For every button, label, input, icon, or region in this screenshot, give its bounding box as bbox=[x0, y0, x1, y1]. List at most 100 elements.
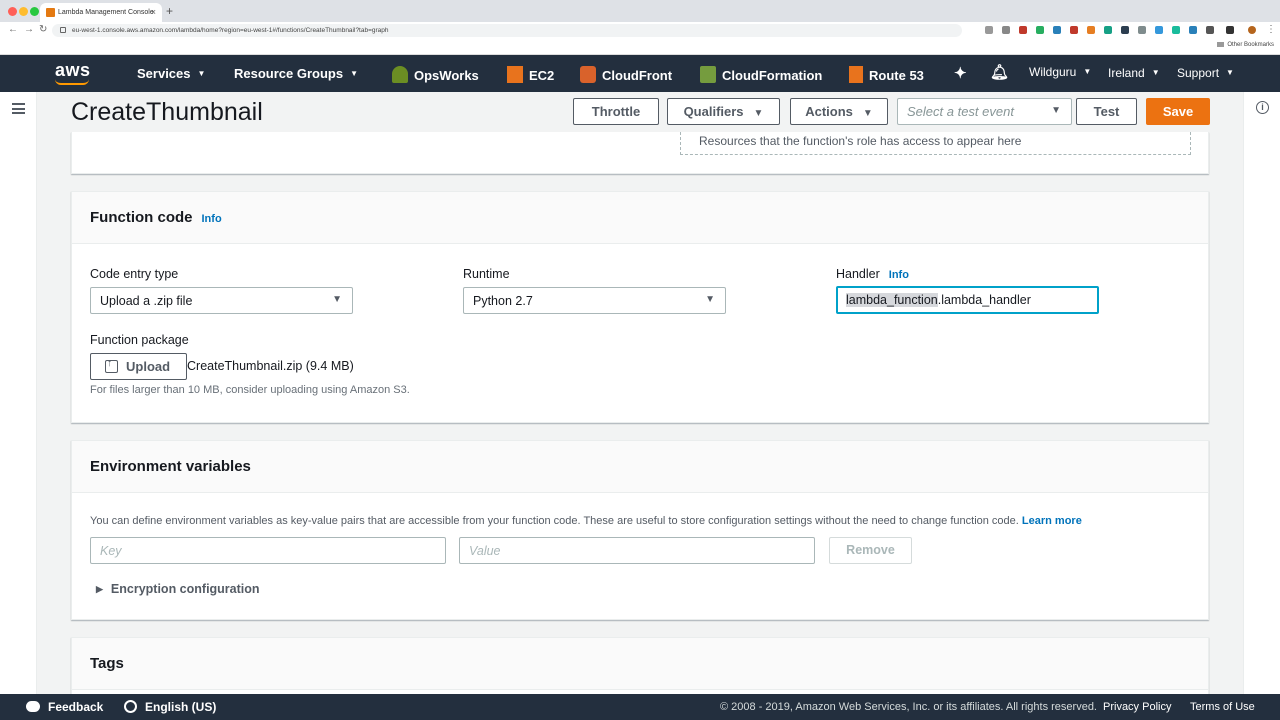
chevron-down-icon: ▼ bbox=[862, 108, 873, 119]
new-tab-icon[interactable]: + bbox=[166, 4, 173, 18]
extension-icon[interactable] bbox=[1087, 26, 1095, 34]
shortcut-label: Route 53 bbox=[869, 68, 924, 83]
chevron-down-icon: ▼ bbox=[332, 294, 342, 305]
extension-icon[interactable] bbox=[1002, 26, 1010, 34]
shortcut-cloudfront[interactable]: CloudFront bbox=[580, 66, 672, 83]
close-tab-icon[interactable]: × bbox=[151, 7, 156, 17]
region-menu[interactable]: Ireland ▼ bbox=[1108, 66, 1160, 80]
hamburger-menu-icon[interactable] bbox=[12, 103, 25, 114]
browser-menu-icon[interactable]: ⋮ bbox=[1266, 24, 1276, 35]
extension-icon[interactable] bbox=[985, 26, 993, 34]
aws-smile-icon bbox=[55, 79, 89, 85]
runtime-select[interactable]: Python 2.7 ▼ bbox=[463, 287, 726, 314]
upload-hint: For files larger than 10 MB, consider up… bbox=[90, 384, 410, 396]
minimize-window-icon[interactable] bbox=[19, 7, 28, 16]
profile-avatar[interactable] bbox=[1248, 26, 1256, 34]
extension-icon[interactable] bbox=[1155, 26, 1163, 34]
function-code-title-text: Function code bbox=[90, 209, 193, 226]
code-entry-select[interactable]: Upload a .zip file ▼ bbox=[90, 287, 353, 314]
services-menu[interactable]: Services ▼ bbox=[137, 66, 205, 81]
back-icon[interactable]: ← bbox=[8, 24, 18, 35]
speech-bubble-icon bbox=[26, 701, 40, 712]
handler-selected-text: lambda_function bbox=[846, 293, 938, 307]
save-button[interactable]: Save bbox=[1146, 98, 1210, 125]
extension-icon[interactable] bbox=[1036, 26, 1044, 34]
chevron-down-icon: ▼ bbox=[197, 69, 206, 78]
extension-icon[interactable] bbox=[1053, 26, 1061, 34]
close-window-icon[interactable] bbox=[8, 7, 17, 16]
env-value-input[interactable]: Value bbox=[459, 537, 815, 564]
cloudformation-icon bbox=[700, 66, 716, 83]
extension-icon[interactable] bbox=[1104, 26, 1112, 34]
account-menu[interactable]: Wildguru ▼ bbox=[1029, 65, 1091, 79]
code-entry-label: Code entry type bbox=[90, 267, 179, 281]
chevron-down-icon: ▼ bbox=[753, 108, 764, 119]
page-title: CreateThumbnail bbox=[71, 98, 263, 126]
url-text: eu-west-1.console.aws.amazon.com/lambda/… bbox=[72, 27, 389, 34]
actions-label: Actions bbox=[805, 104, 853, 119]
extension-icon[interactable] bbox=[1121, 26, 1129, 34]
bell-icon[interactable]: 🔔︎ bbox=[990, 63, 1009, 81]
extension-icon[interactable] bbox=[1138, 26, 1146, 34]
route53-icon bbox=[849, 66, 863, 83]
browser-tab[interactable]: Lambda Management Console × bbox=[40, 3, 162, 22]
url-field[interactable]: eu-west-1.console.aws.amazon.com/lambda/… bbox=[52, 24, 962, 37]
actions-button[interactable]: Actions ▼ bbox=[790, 98, 888, 125]
shortcut-opsworks[interactable]: OpsWorks bbox=[392, 66, 479, 83]
env-vars-description-text: You can define environment variables as … bbox=[90, 515, 1019, 527]
extension-icon[interactable] bbox=[1070, 26, 1078, 34]
resource-groups-menu[interactable]: Resource Groups ▼ bbox=[234, 66, 358, 81]
shortcut-route53[interactable]: Route 53 bbox=[849, 66, 924, 83]
chevron-down-icon: ▼ bbox=[1083, 67, 1092, 76]
reload-icon[interactable]: ↻ bbox=[39, 24, 47, 35]
info-icon[interactable]: i bbox=[1256, 101, 1269, 114]
learn-more-link[interactable]: Learn more bbox=[1022, 515, 1082, 527]
extension-icon[interactable] bbox=[1019, 26, 1027, 34]
shortcut-cloudformation[interactable]: CloudFormation bbox=[700, 66, 822, 83]
forward-icon[interactable]: → bbox=[24, 24, 34, 35]
handler-info-link[interactable]: Info bbox=[889, 269, 909, 281]
terms-of-use-link[interactable]: Terms of Use bbox=[1190, 701, 1255, 713]
function-code-title: Function code Info bbox=[90, 209, 222, 226]
environment-variables-header: Environment variables bbox=[72, 441, 1208, 493]
resource-groups-label: Resource Groups bbox=[234, 66, 344, 81]
maximize-window-icon[interactable] bbox=[30, 7, 39, 16]
package-file-name: CreateThumbnail.zip (9.4 MB) bbox=[187, 359, 354, 373]
shortcut-ec2[interactable]: EC2 bbox=[507, 66, 554, 83]
shortcut-label: EC2 bbox=[529, 68, 555, 83]
qualifiers-label: Qualifiers bbox=[683, 104, 744, 119]
browser-tab-title: Lambda Management Console bbox=[58, 9, 154, 16]
encryption-config-toggle[interactable]: ▶ Encryption configuration bbox=[96, 582, 260, 596]
extension-icon[interactable] bbox=[1206, 26, 1214, 34]
extension-icon[interactable] bbox=[1172, 26, 1180, 34]
throttle-button[interactable]: Throttle bbox=[573, 98, 659, 125]
other-bookmarks[interactable]: Other Bookmarks bbox=[1217, 42, 1274, 48]
privacy-policy-link[interactable]: Privacy Policy bbox=[1103, 701, 1171, 713]
environment-variables-panel: Environment variables You can define env… bbox=[71, 440, 1209, 620]
extension-icon[interactable] bbox=[1226, 26, 1234, 34]
pin-icon[interactable]: ✦ bbox=[954, 64, 967, 82]
region-label: Ireland bbox=[1108, 66, 1145, 80]
function-code-info-link[interactable]: Info bbox=[202, 213, 222, 225]
code-entry-value: Upload a .zip file bbox=[100, 294, 193, 308]
language-label: English (US) bbox=[145, 700, 217, 714]
resources-placeholder: Resources that the function's role has a… bbox=[680, 132, 1191, 155]
remove-button[interactable]: Remove bbox=[829, 537, 912, 564]
shortcut-label: CloudFront bbox=[602, 68, 673, 83]
env-key-input[interactable]: Key bbox=[90, 537, 446, 564]
feedback-label: Feedback bbox=[48, 700, 104, 714]
test-button[interactable]: Test bbox=[1076, 98, 1137, 125]
support-menu[interactable]: Support ▼ bbox=[1177, 66, 1234, 80]
test-event-placeholder: Select a test event bbox=[907, 104, 1014, 119]
extension-icon[interactable] bbox=[1189, 26, 1197, 34]
language-selector[interactable]: English (US) bbox=[124, 700, 216, 714]
upload-button[interactable]: Upload bbox=[90, 353, 187, 380]
aws-logo[interactable]: aws bbox=[55, 60, 91, 81]
chevron-down-icon: ▼ bbox=[1226, 68, 1234, 77]
tags-panel: Tags bbox=[71, 637, 1209, 697]
qualifiers-button[interactable]: Qualifiers ▼ bbox=[667, 98, 780, 125]
test-event-select[interactable]: Select a test event ▼ bbox=[897, 98, 1072, 125]
handler-label: Handler bbox=[836, 267, 880, 281]
handler-input[interactable]: lambda_function.lambda_handler bbox=[836, 286, 1099, 314]
feedback-button[interactable]: Feedback bbox=[26, 700, 103, 714]
